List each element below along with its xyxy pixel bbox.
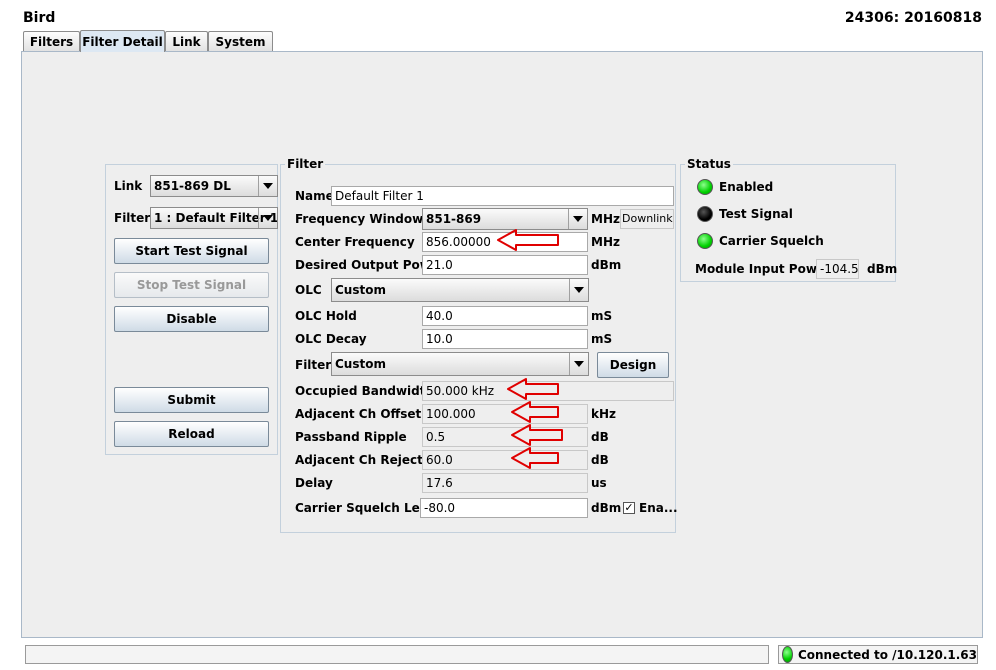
tab-filter-detail[interactable]: Filter Detail <box>80 30 165 52</box>
status-bar-message <box>25 645 769 664</box>
arrow-left-icon <box>511 401 559 423</box>
arrow-left-icon <box>507 378 559 400</box>
connection-status: Connected to /10.120.1.63 <box>778 645 978 664</box>
connection-indicator-icon <box>782 646 793 663</box>
arrow-left-icon <box>511 424 563 446</box>
arrow-left-icon <box>511 447 559 469</box>
arrow-left-icon <box>497 229 559 251</box>
connection-status-text: Connected to /10.120.1.63 <box>797 647 977 662</box>
annotation-arrows <box>497 229 563 469</box>
